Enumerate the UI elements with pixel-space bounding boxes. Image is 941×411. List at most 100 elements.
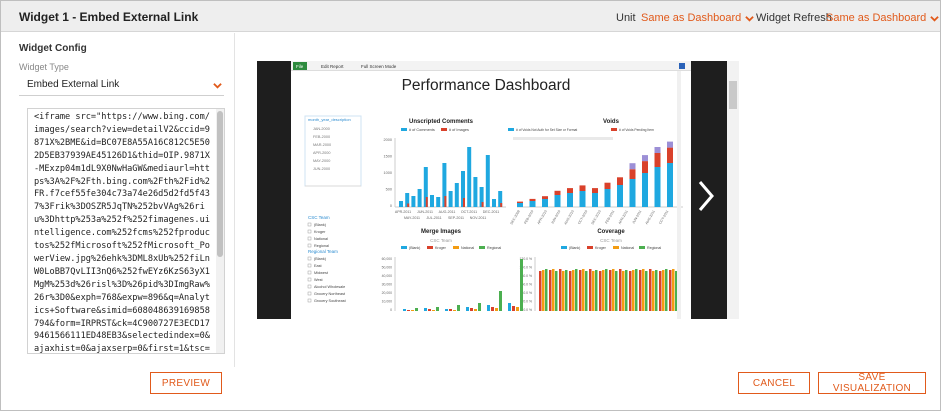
- x-tick-label: JUN-2010: [550, 209, 561, 224]
- y-tick-label: 0.0 %: [523, 308, 532, 312]
- legend-voids-pending: # of Voids Pending Item: [619, 128, 654, 132]
- chart-bar: [415, 308, 418, 311]
- chart-bar: [425, 197, 428, 207]
- regional-team-item: Midwest: [314, 271, 329, 275]
- chart-bar: [554, 190, 561, 195]
- chart-bar: [652, 271, 655, 311]
- legend-comments: # of Comments: [409, 128, 435, 132]
- chart-title-unscripted-comments: Unscripted Comments: [409, 119, 474, 125]
- chart-bar: [466, 307, 469, 311]
- chart-bar: [428, 309, 431, 311]
- checkbox-icon: [307, 291, 312, 296]
- y-tick-label: 10,000: [382, 300, 392, 304]
- unit-label: Unit: [616, 12, 636, 24]
- chart-bar: [454, 183, 459, 207]
- chevron-right-icon[interactable]: [694, 179, 718, 213]
- chart-bar: [555, 271, 558, 311]
- regional-team-filter-label: Regional Team: [308, 249, 338, 254]
- dashboard-inner-scrollbar: [677, 71, 681, 319]
- unit-value: Same as Dashboard: [641, 12, 742, 24]
- chart-bar: [612, 269, 615, 311]
- chevron-down-icon: [930, 15, 940, 22]
- checkbox-icon: [307, 298, 312, 303]
- y-tick-label: 50,000: [382, 266, 392, 270]
- checkbox-icon: [307, 236, 312, 241]
- x-tick-label: JUN-2011: [417, 210, 433, 214]
- checkbox-icon: [307, 284, 312, 289]
- legend-swatch: [427, 246, 433, 249]
- x-tick-label: DEC-2011: [483, 210, 500, 214]
- chart-bar: [622, 271, 625, 311]
- chart-bar: [665, 269, 668, 311]
- chart-bar: [407, 203, 410, 207]
- regional-team-item: (Blank): [314, 257, 327, 261]
- chart-bar: [516, 307, 519, 311]
- x-tick-label: OCT-2011: [658, 209, 669, 224]
- x-tick-label: DEC-2009: [509, 209, 520, 225]
- unit-dropdown[interactable]: Same as Dashboard: [641, 12, 755, 24]
- chart-bar: [585, 271, 588, 311]
- chart-bar: [448, 191, 453, 207]
- legend-entry: National: [461, 246, 474, 250]
- chart-bar: [615, 271, 618, 311]
- chart-bar: [436, 307, 439, 311]
- chart-bar: [529, 198, 536, 201]
- chart-bar: [582, 269, 585, 311]
- save-visualization-button[interactable]: SAVE VISUALIZATION: [818, 372, 926, 394]
- chart-bar: [592, 188, 598, 193]
- widget-refresh-dropdown[interactable]: Same as Dashboard: [826, 12, 940, 24]
- legend-swatch: [613, 246, 619, 249]
- regional-team-item: West: [314, 278, 324, 282]
- code-scrollbar-thumb[interactable]: [217, 111, 223, 257]
- checkbox-icon: [307, 270, 312, 275]
- month-filter-item: MAY-2000: [313, 159, 330, 163]
- chart-bar: [508, 303, 511, 311]
- chart-bar: [609, 270, 612, 311]
- csc-team-item: (Blank): [314, 223, 327, 227]
- chart-bar: [492, 199, 496, 207]
- chart-bar: [565, 270, 568, 311]
- chart-bar: [642, 269, 645, 311]
- legend-entry: Kroger: [435, 246, 447, 250]
- chart-bar: [517, 203, 523, 207]
- cancel-button[interactable]: CANCEL: [738, 372, 810, 394]
- x-tick-label: APR-2010: [537, 209, 548, 225]
- chart-bar: [399, 201, 403, 207]
- merge-subtitle: CSC Team: [430, 238, 452, 243]
- preview-scrollbar-thumb[interactable]: [729, 81, 737, 109]
- chart-bar: [579, 191, 586, 207]
- x-tick-label: APR-2011: [618, 209, 629, 224]
- chart-bar: [478, 303, 481, 311]
- chart-bar: [449, 309, 452, 311]
- month-filter-item: JUN-2000: [313, 167, 330, 171]
- chart-bar: [667, 141, 673, 148]
- chart-bar: [500, 203, 503, 207]
- dialog-title: Widget 1 - Embed External Link: [19, 10, 199, 24]
- widget-type-select[interactable]: Embed External Link: [19, 74, 224, 96]
- embed-code-textarea[interactable]: <iframe src="https://www.bing.com/images…: [27, 108, 225, 354]
- month-filter-label: month_year_description: [308, 117, 351, 122]
- chart-bar: [592, 271, 595, 311]
- preview-button[interactable]: PREVIEW: [150, 372, 222, 394]
- legend-entry: National: [621, 246, 634, 250]
- chart-bar: [592, 193, 598, 207]
- y-tick-label: 0: [390, 204, 392, 208]
- chart-bar: [473, 177, 478, 207]
- chart-title-coverage: Coverage: [597, 229, 625, 235]
- y-tick-label: 30,000: [382, 283, 392, 287]
- y-tick-label: 80.0 %: [521, 274, 532, 278]
- chart-bar: [542, 199, 548, 207]
- x-tick-label: AUG-2011: [439, 210, 456, 214]
- coverage-subtitle: CSC Team: [600, 238, 622, 243]
- preview-scrollbar[interactable]: [727, 61, 739, 319]
- regional-team-item: Alcohol Wholesale: [314, 285, 345, 289]
- x-tick-label: FEB-2011: [604, 209, 615, 224]
- csc-team-item: Regional: [314, 244, 329, 248]
- chart-bar: [481, 202, 484, 207]
- code-scrollbar[interactable]: [216, 109, 224, 353]
- legend-entry: Kroger: [595, 246, 607, 250]
- x-tick-label: AUG-2011: [645, 209, 656, 225]
- chart-bar: [604, 182, 611, 189]
- y-tick-label: 2000: [384, 138, 392, 142]
- chart-bar: [579, 270, 582, 311]
